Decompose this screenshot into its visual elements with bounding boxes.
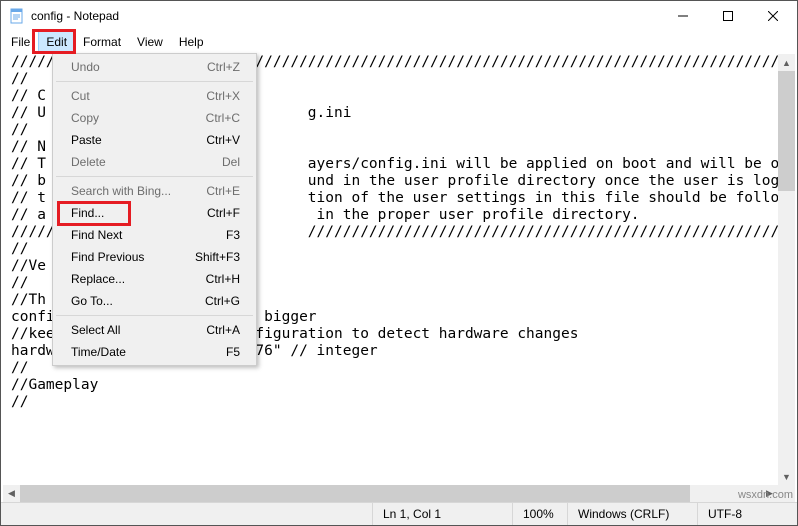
- status-zoom: 100%: [512, 503, 567, 525]
- menu-copy-shortcut: Ctrl+C: [206, 111, 240, 125]
- menu-goto[interactable]: Go To... Ctrl+G: [55, 290, 254, 312]
- watermark: wsxdn.com: [738, 489, 793, 501]
- menu-replace[interactable]: Replace... Ctrl+H: [55, 268, 254, 290]
- menu-time-date-shortcut: F5: [226, 345, 240, 359]
- menu-undo[interactable]: Undo Ctrl+Z: [55, 56, 254, 78]
- menu-delete-shortcut: Del: [222, 155, 240, 169]
- maximize-icon: [723, 11, 733, 21]
- menu-view[interactable]: View: [129, 31, 171, 52]
- menu-search-bing[interactable]: Search with Bing... Ctrl+E: [55, 180, 254, 202]
- menu-separator: [56, 315, 253, 316]
- menu-copy-label: Copy: [71, 111, 99, 125]
- menu-select-all[interactable]: Select All Ctrl+A: [55, 319, 254, 341]
- menu-cut-shortcut: Ctrl+X: [206, 89, 240, 103]
- menu-find-next-label: Find Next: [71, 228, 122, 242]
- maximize-button[interactable]: [705, 2, 750, 31]
- menu-undo-label: Undo: [71, 60, 100, 74]
- menu-find-next[interactable]: Find Next F3: [55, 224, 254, 246]
- menu-copy[interactable]: Copy Ctrl+C: [55, 107, 254, 129]
- menu-delete[interactable]: Delete Del: [55, 151, 254, 173]
- menu-goto-label: Go To...: [71, 294, 113, 308]
- menu-paste-shortcut: Ctrl+V: [206, 133, 240, 147]
- menu-select-all-label: Select All: [71, 323, 120, 337]
- menu-paste[interactable]: Paste Ctrl+V: [55, 129, 254, 151]
- menu-find-shortcut: Ctrl+F: [207, 206, 240, 220]
- menu-format[interactable]: Format: [75, 31, 129, 52]
- menu-replace-label: Replace...: [71, 272, 125, 286]
- menu-separator: [56, 176, 253, 177]
- menu-bar: File Edit Format View Help: [1, 31, 797, 52]
- menu-separator: [56, 81, 253, 82]
- minimize-icon: [678, 11, 688, 21]
- menu-delete-label: Delete: [71, 155, 106, 169]
- title-bar: config - Notepad: [1, 1, 797, 31]
- notepad-icon: [9, 8, 25, 24]
- menu-select-all-shortcut: Ctrl+A: [206, 323, 240, 337]
- menu-find-prev-label: Find Previous: [71, 250, 144, 264]
- menu-help[interactable]: Help: [171, 31, 212, 52]
- menu-time-date[interactable]: Time/Date F5: [55, 341, 254, 363]
- menu-edit[interactable]: Edit: [38, 31, 75, 52]
- edit-dropdown: Undo Ctrl+Z Cut Ctrl+X Copy Ctrl+C Paste Ctr…: [52, 53, 257, 366]
- menu-find-label: Find...: [71, 206, 104, 220]
- status-position: Ln 1, Col 1: [372, 503, 512, 525]
- menu-find-next-shortcut: F3: [226, 228, 240, 242]
- menu-replace-shortcut: Ctrl+H: [206, 272, 240, 286]
- scroll-down-icon[interactable]: ▼: [778, 468, 795, 485]
- editor-line: //: [3, 394, 795, 411]
- minimize-button[interactable]: [660, 2, 705, 31]
- menu-file[interactable]: File: [3, 31, 38, 52]
- menu-paste-label: Paste: [71, 133, 102, 147]
- menu-bing-label: Search with Bing...: [71, 184, 171, 198]
- menu-cut-label: Cut: [71, 89, 90, 103]
- close-button[interactable]: [750, 2, 795, 31]
- menu-cut[interactable]: Cut Ctrl+X: [55, 85, 254, 107]
- status-encoding: UTF-8: [697, 503, 797, 525]
- menu-time-date-label: Time/Date: [71, 345, 126, 359]
- menu-bing-shortcut: Ctrl+E: [206, 184, 240, 198]
- scroll-up-icon[interactable]: ▲: [778, 54, 795, 71]
- horizontal-scrollbar[interactable]: ◀ ▶: [3, 485, 778, 502]
- status-line-ending: Windows (CRLF): [567, 503, 697, 525]
- menu-goto-shortcut: Ctrl+G: [205, 294, 240, 308]
- menu-find-prev-shortcut: Shift+F3: [195, 250, 240, 264]
- menu-undo-shortcut: Ctrl+Z: [207, 60, 240, 74]
- scroll-thumb[interactable]: [20, 485, 690, 502]
- scroll-left-icon[interactable]: ◀: [3, 485, 20, 502]
- status-bar: Ln 1, Col 1 100% Windows (CRLF) UTF-8: [1, 502, 797, 525]
- close-icon: [768, 11, 778, 21]
- vertical-scrollbar[interactable]: ▲ ▼: [778, 54, 795, 485]
- menu-find[interactable]: Find... Ctrl+F: [55, 202, 254, 224]
- menu-find-previous[interactable]: Find Previous Shift+F3: [55, 246, 254, 268]
- editor-line: //Gameplay: [3, 377, 795, 394]
- window-title: config - Notepad: [31, 9, 119, 23]
- scroll-thumb[interactable]: [778, 71, 795, 191]
